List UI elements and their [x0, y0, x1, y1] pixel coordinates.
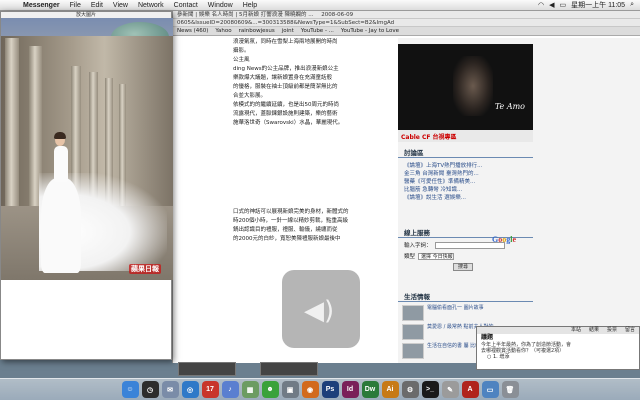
video-frame [453, 56, 493, 116]
video-bar[interactable]: Cable CF 台視專區 [398, 130, 533, 142]
textedit-icon[interactable]: ✎ [441, 381, 459, 398]
discussion-link[interactable]: 《論壇》說生活 選娛樂... [404, 194, 532, 202]
iphoto-icon[interactable]: ▦ [241, 381, 259, 398]
address-bar[interactable]: 0605&IssueID=20080609&...=300313588&News… [173, 19, 640, 27]
page-title-bar: 參新聞 | 娛樂 名人時尚 | 5月新娘 打響浪漫 陳曉嫻的 ... 2008-… [173, 11, 640, 19]
bookmark-rainbowjesus[interactable]: rainbowjesus [239, 27, 275, 35]
volume-overlay: ◀) [282, 270, 360, 348]
safari-icon[interactable]: ◎ [181, 381, 199, 398]
browser-window: 參新聞 | 娛樂 名人時尚 | 5月新娘 打響浪漫 陳曉嫻的 ... 2008-… [172, 11, 640, 363]
menu-window[interactable]: Window [203, 2, 238, 9]
article-line: 鍋出認識目的禮服，禮服、輸儀，繞纏而從 [233, 227, 338, 233]
article-line: 公主風 [233, 57, 250, 63]
bookmarks-bar: News (460) Yahoo rainbowjesus joint YouT… [173, 27, 640, 36]
article-line: 攝影。 [233, 48, 250, 54]
acrobat-icon[interactable]: A [461, 381, 479, 398]
discussion-link[interactable]: 《論壇》上海TV熱門播放排行... [404, 162, 532, 170]
photo-popup-window[interactable]: 放大圖片 蘋果日報 [0, 11, 173, 360]
menu-app-name[interactable]: Messenger [18, 2, 65, 9]
mail-icon[interactable]: ✉ [161, 381, 179, 398]
preview-icon[interactable]: ▣ [281, 381, 299, 398]
bookmark-yahoo[interactable]: Yahoo [215, 27, 231, 35]
thumbnail[interactable] [178, 362, 236, 376]
article-line: 口式的神話可以展現新娘完美的身材，新體式的 [233, 209, 349, 215]
type-label: 類型 [404, 254, 416, 260]
thumbnail [402, 305, 424, 321]
article-line: 的2000元的白紗，寬恕美陳禮服新娘最後中 [233, 236, 341, 242]
photoshop-icon[interactable]: Ps [321, 381, 339, 398]
menu-bar: Messenger File Edit View Network Contact… [0, 0, 640, 11]
article-line: 的優格，服裝在袖士頂級前都是簡潔無比的 [233, 84, 338, 90]
tab-vote[interactable]: 投票 [607, 327, 617, 334]
article-line: 施華洛世奇（Swarovski）水晶，華麗現代。 [233, 120, 344, 126]
menubar-status: ◠ ◀ ▭ 星期一上午 11:05 ⌕ [538, 0, 640, 10]
speaker-icon: ◀) [304, 296, 335, 326]
search-button[interactable]: 搜尋 [453, 263, 473, 271]
menu-help[interactable]: Help [238, 2, 262, 9]
spotlight-icon[interactable]: ⌕ [630, 1, 634, 9]
wedding-photo: 蘋果日報 [1, 18, 173, 280]
menu-contact[interactable]: Contact [169, 2, 203, 9]
poll-title: 議題 [481, 334, 494, 341]
tab-comment[interactable]: 留言 [625, 327, 635, 334]
article-line: 時200個小時，一針一線以精妙剪裁，點重高級 [233, 218, 348, 224]
wedding-dress [41, 178, 81, 273]
sidebar: Te Amo Cable CF 台視專區 討論區 《論壇》上海TV熱門播放排行.… [398, 38, 640, 363]
apple-daily-watermark: 蘋果日報 [129, 264, 161, 274]
illustrator-icon[interactable]: Ai [381, 381, 399, 398]
messenger-icon[interactable]: ☻ [261, 381, 279, 398]
type-select[interactable]: 選擇 今日快報 [418, 252, 455, 260]
tab-site[interactable]: 本站 [571, 327, 581, 334]
poll-panel: 本站 結果 投票 留言 議題 今年上半年最熱，你為了創造節活動，會 去哪裡觀賞活… [476, 326, 640, 370]
article-line: 合並大影展。 [233, 93, 267, 99]
article-line: 樂款爆大議題，讓新娘置身在充滿童話般 [233, 75, 333, 81]
list-item[interactable]: 電腦偷看面孔一 圖片故事 [398, 305, 533, 321]
menu-network[interactable]: Network [133, 2, 169, 9]
menu-view[interactable]: View [108, 2, 133, 9]
terminal-icon[interactable]: >_ [421, 381, 439, 398]
keyword-label: 輸入字詞： [404, 243, 432, 249]
tab-results[interactable]: 結果 [589, 327, 599, 334]
trash-icon[interactable]: 🗑 [501, 381, 519, 398]
poll-option[interactable]: ○ 1. 增添 [477, 354, 639, 361]
bookmark-news[interactable]: News (460) [177, 27, 208, 35]
bookmark-youtube-1[interactable]: YouTube - ... [301, 27, 334, 35]
dreamweaver-icon[interactable]: Dw [361, 381, 379, 398]
article-line: ding News的公主品牌，推出浪漫新娘公主 [233, 66, 339, 72]
preferences-icon[interactable]: ⚙ [401, 381, 419, 398]
discussion-links: 《論壇》上海TV熱門播放排行... 金三角 台灣新聞 臺灣熱門的... 醫藥《可… [404, 162, 532, 202]
page-date: 2008-06-09 [321, 12, 354, 18]
battery-icon[interactable]: ▭ [560, 1, 567, 9]
thumbnail [402, 343, 424, 359]
indesign-icon[interactable]: Id [341, 381, 359, 398]
ical-icon[interactable]: 17 [201, 381, 219, 398]
article-line: 浪漫氣氛，同時在雪梨上海兩地展開的時尚 [233, 39, 338, 45]
itunes-icon[interactable]: ♪ [221, 381, 239, 398]
discussion-link[interactable]: 金三角 台灣新聞 臺灣熱門的... [404, 170, 532, 178]
article-line: 流露現代，蓋脈鍊銀設施則建築，樂的藝術 [233, 111, 338, 117]
life-title: 生活情報 [398, 292, 533, 302]
menu-file[interactable]: File [65, 2, 86, 9]
bookmark-joint[interactable]: joint [282, 27, 294, 35]
video-player[interactable]: Te Amo Cable CF 台視專區 [398, 44, 533, 142]
discussion-link[interactable]: 醫藥《可愛任性》準備精美... [404, 178, 532, 186]
article-line: 依模式的的繼續延續，也是出50周元的時尚 [233, 102, 339, 108]
finder-icon[interactable]: ☺ [121, 381, 139, 398]
photo-thumbnails [178, 362, 318, 376]
menu-edit[interactable]: Edit [86, 2, 108, 9]
volume-icon[interactable]: ◀ [549, 1, 554, 9]
discussion-title: 討論區 [398, 148, 533, 158]
dashboard-icon[interactable]: ◷ [141, 381, 159, 398]
thumbnail [402, 324, 424, 340]
wifi-icon[interactable]: ◠ [538, 1, 544, 9]
thumbnail[interactable] [260, 362, 318, 376]
video-caption: Te Amo [494, 102, 525, 111]
folder-icon[interactable]: ▭ [481, 381, 499, 398]
dock: ☺ ◷ ✉ ◎ 17 ♪ ▦ ☻ ▣ ◉ Ps Id Dw Ai ⚙ >_ ✎ A ▭ 🗑 [0, 378, 640, 400]
bookmark-youtube-2[interactable]: YouTube - Jay to Love [341, 27, 399, 35]
clock[interactable]: 星期一上午 11:05 [571, 0, 625, 10]
firefox-icon[interactable]: ◉ [301, 381, 319, 398]
google-logo: Google [492, 235, 517, 244]
discussion-link[interactable]: 比腦筋 急轉彎 冷知識... [404, 186, 532, 194]
